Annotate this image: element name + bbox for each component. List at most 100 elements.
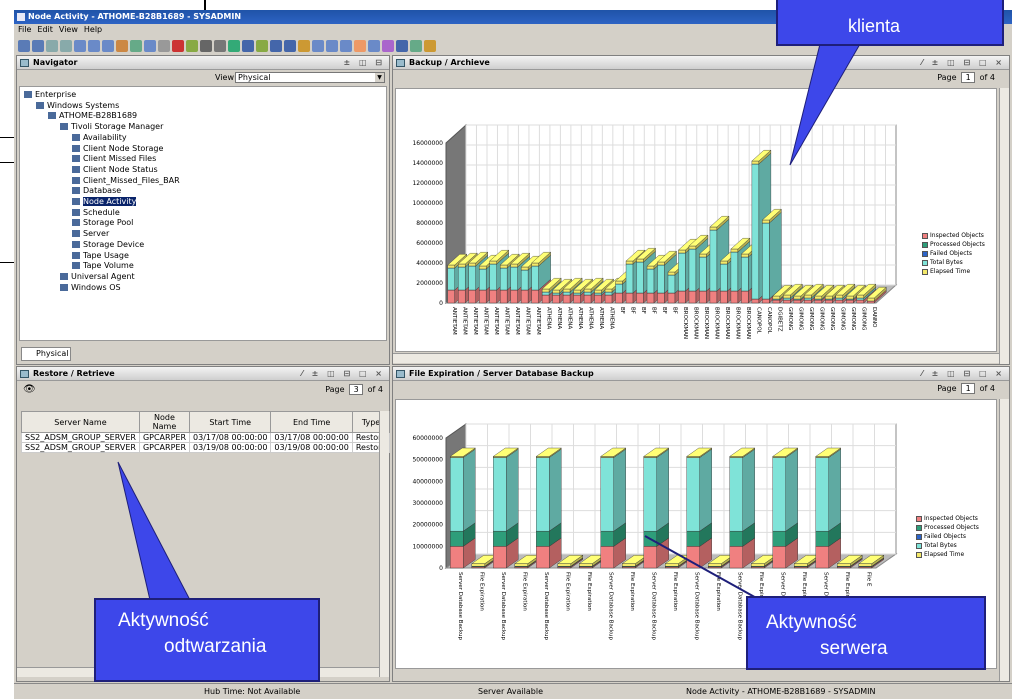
expiration-header: File Expiration / Server Database Backup…	[393, 367, 1009, 381]
toolbar-icon[interactable]	[186, 39, 198, 52]
toolbar-icon[interactable]	[312, 39, 324, 52]
vertical-scrollbar[interactable]	[999, 88, 1009, 364]
table-cell: SS2_ADSM_GROUP_SERVER	[21, 442, 140, 453]
tree-node[interactable]: Client Missed Files	[72, 154, 156, 164]
tree-node[interactable]: Availability	[72, 133, 127, 143]
menu-file[interactable]: File	[18, 24, 31, 36]
bar-segment[interactable]	[815, 448, 842, 532]
tree-node[interactable]: Windows Systems	[36, 101, 119, 111]
page-input[interactable]: 1	[961, 72, 976, 83]
menu-help[interactable]: Help	[84, 24, 102, 36]
toolbar-icon[interactable]	[74, 39, 86, 52]
bar-segment[interactable]	[761, 211, 782, 300]
x-tick-label: BF	[651, 307, 657, 314]
page-input[interactable]: 1	[961, 383, 976, 394]
toolbar-icon[interactable]	[284, 39, 296, 52]
column-header[interactable]: End Time	[270, 411, 353, 433]
folder-icon	[72, 165, 80, 173]
bar-segment[interactable]	[535, 448, 562, 532]
tree-node[interactable]: Node Activity	[72, 197, 137, 207]
bar-segment[interactable]	[686, 448, 713, 532]
tree-node[interactable]: Storage Device	[72, 240, 144, 250]
view-select[interactable]: Physical ▼	[235, 72, 385, 83]
y-tick-label: 14000000	[412, 160, 443, 167]
tree-node[interactable]: Client Node Status	[72, 165, 158, 175]
legend-swatch	[916, 524, 922, 531]
tree-node[interactable]: Tape Usage	[72, 251, 129, 261]
vertical-scrollbar[interactable]	[379, 411, 389, 677]
panel-controls[interactable]: ⁄ ± ◫ ⊟ □ ×	[922, 367, 1006, 381]
tree-node[interactable]: Enterprise	[24, 90, 76, 100]
toolbar-icon[interactable]	[102, 39, 114, 52]
bar-segment[interactable]	[772, 448, 799, 532]
bar-segment[interactable]	[643, 448, 670, 532]
tree-node[interactable]: Windows OS	[60, 283, 121, 293]
navigator-tab-physical[interactable]: Physical	[21, 347, 71, 361]
x-tick-label: BF	[661, 307, 667, 314]
table-row[interactable]: SS2_ADSM_GROUP_SERVER GPCARPER 03/17/08 00…	[21, 432, 391, 443]
navigator-panel: Navigator ± ◫ ⊟ View Physical ▼ Enterpri…	[16, 55, 390, 365]
toolbar-icon[interactable]	[396, 39, 408, 52]
menu-view[interactable]: View	[59, 24, 78, 36]
panel-controls[interactable]: ⁄ ± ◫ ⊟ □ ×	[302, 367, 386, 381]
tree-node[interactable]: Client Node Storage	[72, 144, 163, 154]
toolbar-icon[interactable]	[368, 39, 380, 52]
tree-node[interactable]: Storage Pool	[72, 218, 133, 228]
tree-node[interactable]: Universal Agent	[60, 272, 135, 282]
x-tick-label: Server Database Backup	[650, 572, 656, 640]
tree-node[interactable]: Server	[72, 229, 109, 239]
folder-icon	[60, 283, 68, 291]
menu-edit[interactable]: Edit	[37, 24, 53, 36]
toolbar-icon[interactable]	[158, 39, 170, 52]
toolbar-icon[interactable]	[242, 39, 254, 52]
callout-right-line2: serwera	[820, 638, 888, 659]
page-input[interactable]: 3	[349, 384, 364, 395]
horizontal-scrollbar[interactable]	[393, 353, 999, 363]
tree-node[interactable]: ATHOME-B28B1689	[48, 111, 137, 121]
table-row[interactable]: SS2_ADSM_GROUP_SERVER GPCARPER 03/19/08 00…	[21, 442, 391, 453]
toolbar-icon[interactable]	[200, 39, 212, 52]
toolbar-icon[interactable]	[424, 39, 436, 52]
toolbar-icon[interactable]	[214, 39, 226, 52]
toolbar-icon[interactable]	[32, 39, 44, 52]
bar-segment[interactable]	[492, 448, 519, 532]
toolbar-icon[interactable]	[270, 39, 282, 52]
toolbar-icon[interactable]	[256, 39, 268, 52]
toolbar-icon[interactable]	[228, 39, 240, 52]
x-tick-label: ATHENA	[567, 307, 573, 329]
tree-node[interactable]: Database	[72, 186, 121, 196]
tree-node[interactable]: Client_Missed_Files_BAR	[72, 176, 180, 186]
x-tick-label: Server Database Backup	[736, 572, 742, 640]
navigator-view-row: View Physical ▼	[17, 71, 389, 85]
column-header[interactable]: Start Time	[189, 411, 272, 433]
toolbar-icon[interactable]	[410, 39, 422, 52]
toolbar-icon[interactable]	[354, 39, 366, 52]
bar-segment[interactable]	[729, 448, 756, 532]
column-header[interactable]: Node Name	[138, 411, 191, 433]
toolbar-icon[interactable]	[18, 39, 30, 52]
toolbar-icon[interactable]	[88, 39, 100, 52]
toolbar-icon[interactable]	[298, 39, 310, 52]
y-tick-label: 60000000	[412, 435, 443, 442]
toolbar-icon[interactable]	[172, 39, 184, 52]
bar-segment[interactable]	[449, 448, 476, 532]
vertical-scrollbar[interactable]	[999, 399, 1009, 681]
toolbar-icon[interactable]	[144, 39, 156, 52]
tree-node[interactable]: Tape Volume	[72, 261, 134, 271]
page-label: Page	[325, 385, 345, 394]
bar-segment[interactable]	[600, 448, 627, 532]
toolbar-icon[interactable]	[130, 39, 142, 52]
tree-node[interactable]: Schedule	[72, 208, 120, 218]
binoculars-icon[interactable]: 👁	[23, 384, 36, 395]
toolbar-icon[interactable]	[46, 39, 58, 52]
tree-node[interactable]: Tivoli Storage Manager	[60, 122, 163, 132]
panel-controls[interactable]: ⁄ ± ◫ ⊟ □ ×	[922, 56, 1006, 70]
panel-controls[interactable]: ± ◫ ⊟	[343, 56, 385, 70]
toolbar-icon[interactable]	[116, 39, 128, 52]
toolbar-icon[interactable]	[382, 39, 394, 52]
column-header[interactable]: Server Name	[21, 411, 140, 433]
toolbar-icon[interactable]	[340, 39, 352, 52]
toolbar-icon[interactable]	[60, 39, 72, 52]
tree-node-label: Tivoli Storage Manager	[71, 122, 164, 132]
toolbar-icon[interactable]	[326, 39, 338, 52]
